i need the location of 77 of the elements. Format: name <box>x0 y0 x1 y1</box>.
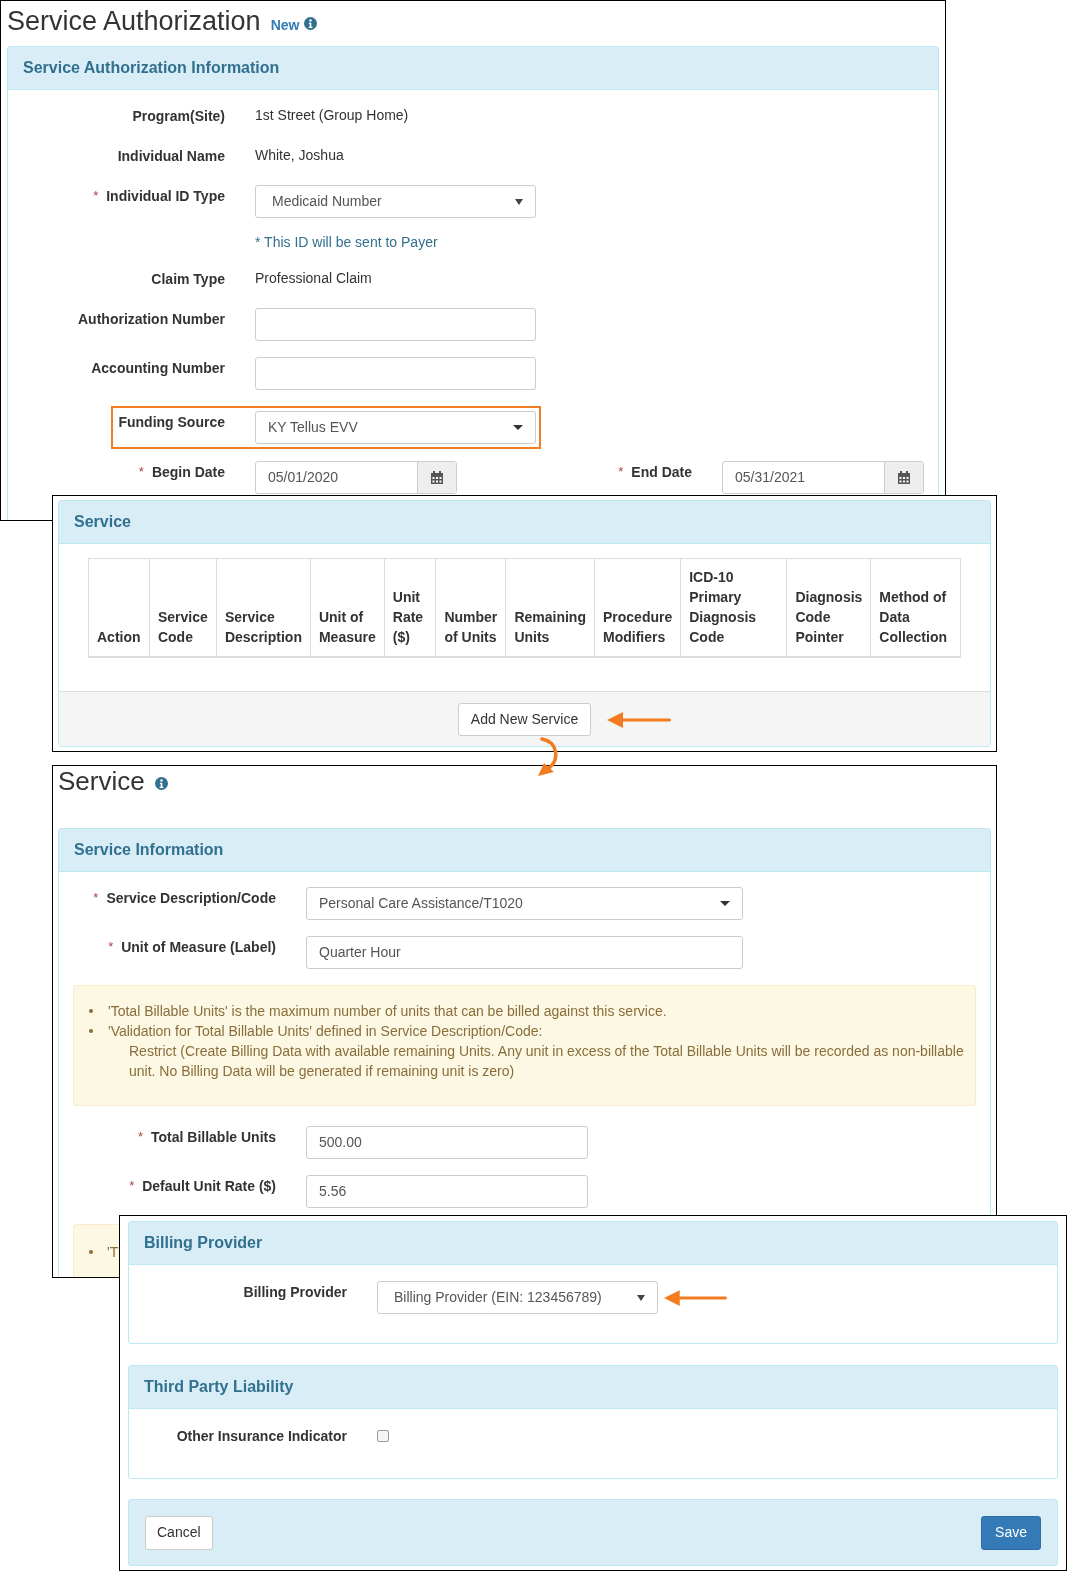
date-field[interactable]: 05/31/2021 <box>722 461 924 494</box>
alert-text: 'T <box>107 1243 119 1262</box>
panel-header: Third Party Liability <box>129 1366 1057 1409</box>
select-field[interactable]: KY Tellus EVV <box>255 411 536 444</box>
panel-header: Billing Provider <box>129 1222 1057 1265</box>
field-label: Program(Site) <box>132 108 225 124</box>
field-value: Professional Claim <box>255 269 372 288</box>
field-label: Unit of Measure (Label) <box>121 939 276 955</box>
field-value: 1st Street (Group Home) <box>255 106 409 125</box>
panel-header: Service Information <box>59 829 990 872</box>
field-label: Funding Source <box>118 414 225 430</box>
column-header: ICD-10 Primary Diagnosis Code <box>680 558 787 657</box>
pointer-arrow <box>607 712 671 728</box>
column-header: Procedure Modifiers <box>594 558 681 657</box>
field-label: Default Unit Rate ($) <box>142 1178 276 1194</box>
input-field[interactable]: 5.56 <box>306 1175 588 1208</box>
caret-icon <box>720 900 730 907</box>
checkbox[interactable] <box>377 1430 389 1442</box>
info-icon <box>154 776 168 790</box>
required-mark: * <box>129 1178 135 1193</box>
pointer-arrow <box>664 1290 727 1306</box>
help-text: * This ID will be sent to Payer <box>255 232 438 252</box>
caret-icon <box>513 424 523 431</box>
column-header: Number of Units <box>435 558 506 657</box>
required-mark: * <box>93 188 99 203</box>
select-field[interactable]: Medicaid Number <box>255 185 536 218</box>
caret-icon <box>515 197 523 206</box>
required-mark: * <box>93 890 99 905</box>
field-label: Individual Name <box>117 148 225 164</box>
bullet <box>89 1009 93 1013</box>
field-label: Total Billable Units <box>151 1129 276 1145</box>
input-field[interactable]: Quarter Hour <box>306 936 743 969</box>
select-field[interactable]: Billing Provider (EIN: 123456789) <box>377 1281 658 1314</box>
calendar-icon <box>897 470 911 485</box>
field-label: Individual ID Type <box>106 188 225 204</box>
field-value: White, Joshua <box>255 146 344 165</box>
info-icon <box>304 17 318 30</box>
add-service-button[interactable]: Add New Service <box>457 702 592 736</box>
required-mark: * <box>108 939 114 954</box>
alert-text: 'Validation for Total Billable Units' defined in Service Description/Code: <box>108 1022 543 1041</box>
column-header: Diagnosis Code Pointer <box>786 558 871 657</box>
page-title: Service <box>58 766 145 798</box>
column-header: Service Code <box>149 558 217 657</box>
field-label: End Date <box>631 464 692 480</box>
date-field[interactable]: 05/01/2020 <box>255 461 457 494</box>
panel-header: Service Authorization Information <box>8 47 938 90</box>
cancel-button[interactable]: Cancel <box>145 1515 213 1550</box>
status-label: New <box>270 16 300 35</box>
input-field[interactable] <box>255 308 536 341</box>
required-mark: * <box>138 464 144 479</box>
page-title: Service Authorization <box>7 5 261 38</box>
bullet <box>89 1029 93 1033</box>
column-header: Action <box>88 558 150 657</box>
input-field[interactable]: 500.00 <box>306 1126 588 1159</box>
calendar-icon <box>430 470 444 485</box>
input-field[interactable] <box>255 357 536 390</box>
alert-text: Restrict (Create Billing Data with available remaining Units. Any unit in excess of the Total Billable Units will be recorded as non-billable unit. No Billing Data will be generated if remaining unit is zero) <box>128 1042 965 1081</box>
field-label: Authorization Number <box>78 311 225 327</box>
field-label: Begin Date <box>151 464 225 480</box>
caret-icon <box>637 1293 645 1302</box>
column-header: Unit of Measure <box>310 558 385 657</box>
field-label: Service Description/Code <box>106 890 276 906</box>
bullet <box>89 1250 93 1254</box>
required-mark: * <box>137 1129 143 1144</box>
field-label: Claim Type <box>151 271 225 287</box>
field-label: Accounting Number <box>91 360 225 376</box>
field-label: Billing Provider <box>243 1284 347 1300</box>
panel-header: Service <box>59 501 990 544</box>
select-field[interactable]: Personal Care Assistance/T1020 <box>306 887 743 920</box>
column-header: Service Description <box>216 558 311 657</box>
column-header: Remaining Units <box>505 558 595 657</box>
save-button[interactable]: Save <box>981 1515 1041 1550</box>
required-mark: * <box>618 464 624 479</box>
column-header: Unit Rate ($) <box>384 558 436 657</box>
column-header: Method of Data Collection <box>870 558 961 657</box>
alert-text: 'Total Billable Units' is the maximum number of units that can be billed against this service. <box>108 1002 667 1021</box>
field-label: Other Insurance Indicator <box>176 1428 347 1444</box>
